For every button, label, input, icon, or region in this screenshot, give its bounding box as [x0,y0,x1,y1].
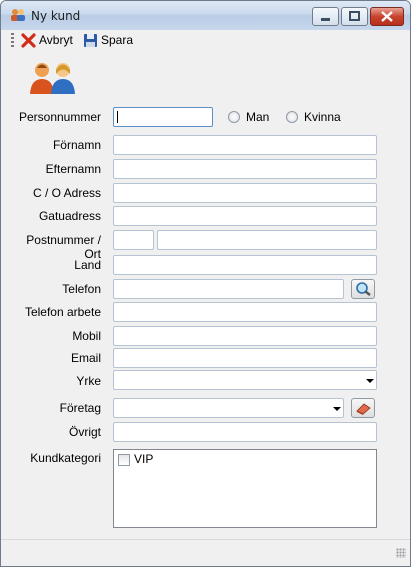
gender-man-label: Man [246,110,270,124]
gatuadress-label: Gatuadress [38,209,101,223]
magnifier-icon [356,282,371,296]
cancel-label: Avbryt [39,33,73,47]
postnummer-input[interactable] [113,230,154,250]
phone-lookup-button[interactable] [351,279,375,299]
maximize-icon [349,11,360,21]
title-bar[interactable]: Ny kund [1,1,410,30]
two-people-icon [30,63,75,94]
save-label: Spara [101,33,134,47]
telefon-input[interactable] [113,279,344,299]
personnummer-input[interactable] [113,107,213,127]
resize-grip-icon[interactable] [396,548,406,558]
land-input[interactable] [113,255,377,275]
yrke-label: Yrke [76,374,101,388]
foretag-dropdown[interactable] [113,398,344,418]
efternamn-input[interactable] [113,159,377,179]
email-label: Email [70,351,101,365]
telefon-arbete-input[interactable] [113,302,377,322]
co-adress-input[interactable] [113,183,377,203]
cancel-button[interactable]: Avbryt [21,32,73,48]
chevron-down-icon [366,379,374,383]
telefon-label: Telefon [62,282,101,296]
mobil-label: Mobil [72,329,101,343]
maximize-button[interactable] [341,7,368,26]
ort-input[interactable] [157,230,377,250]
floppy-disk-icon [84,33,97,47]
close-icon [381,11,393,22]
red-x-icon [21,32,36,48]
gender-woman-radio[interactable] [286,111,298,123]
minimize-button[interactable] [312,7,339,26]
minimize-icon [321,18,330,21]
toolbar-grip[interactable] [11,33,14,47]
ovrigt-label: Övrigt [68,425,101,439]
vip-checkbox[interactable] [118,454,130,466]
telefon-arbete-label: Telefon arbete [24,305,101,319]
postnummer-ort-label: Postnummer / Ort [26,233,101,261]
kundkategori-checklist[interactable]: VIP [113,449,377,528]
toolbar: Avbryt Spara [1,30,410,50]
kundkategori-label: Kundkategori [30,451,101,465]
close-button[interactable] [370,7,404,26]
save-button[interactable]: Spara [83,32,133,48]
new-customer-window: Ny kund Avbryt Spara Personnummer Man Kv… [0,0,411,567]
yrke-dropdown[interactable] [113,370,377,390]
company-action-button[interactable] [351,398,375,418]
efternamn-label: Efternamn [45,162,101,176]
foretag-label: Företag [59,401,101,415]
email-input[interactable] [113,348,377,368]
personnummer-label: Personnummer [18,110,101,124]
mobil-input[interactable] [113,326,377,346]
vip-label: VIP [134,452,154,466]
fornamn-label: Förnamn [52,138,101,152]
status-bar [1,539,410,562]
customers-icon [11,9,25,21]
fornamn-input[interactable] [113,135,377,155]
gender-man-radio[interactable] [228,111,240,123]
text-caret [117,111,118,123]
window-title: Ny kund [31,9,81,23]
eraser-icon [356,403,371,415]
ovrigt-input[interactable] [113,422,377,442]
gender-woman-label: Kvinna [304,110,341,124]
chevron-down-icon [333,407,341,411]
land-label: Land [74,258,101,272]
co-adress-label: C / O Adress [32,186,101,200]
gatuadress-input[interactable] [113,206,377,226]
